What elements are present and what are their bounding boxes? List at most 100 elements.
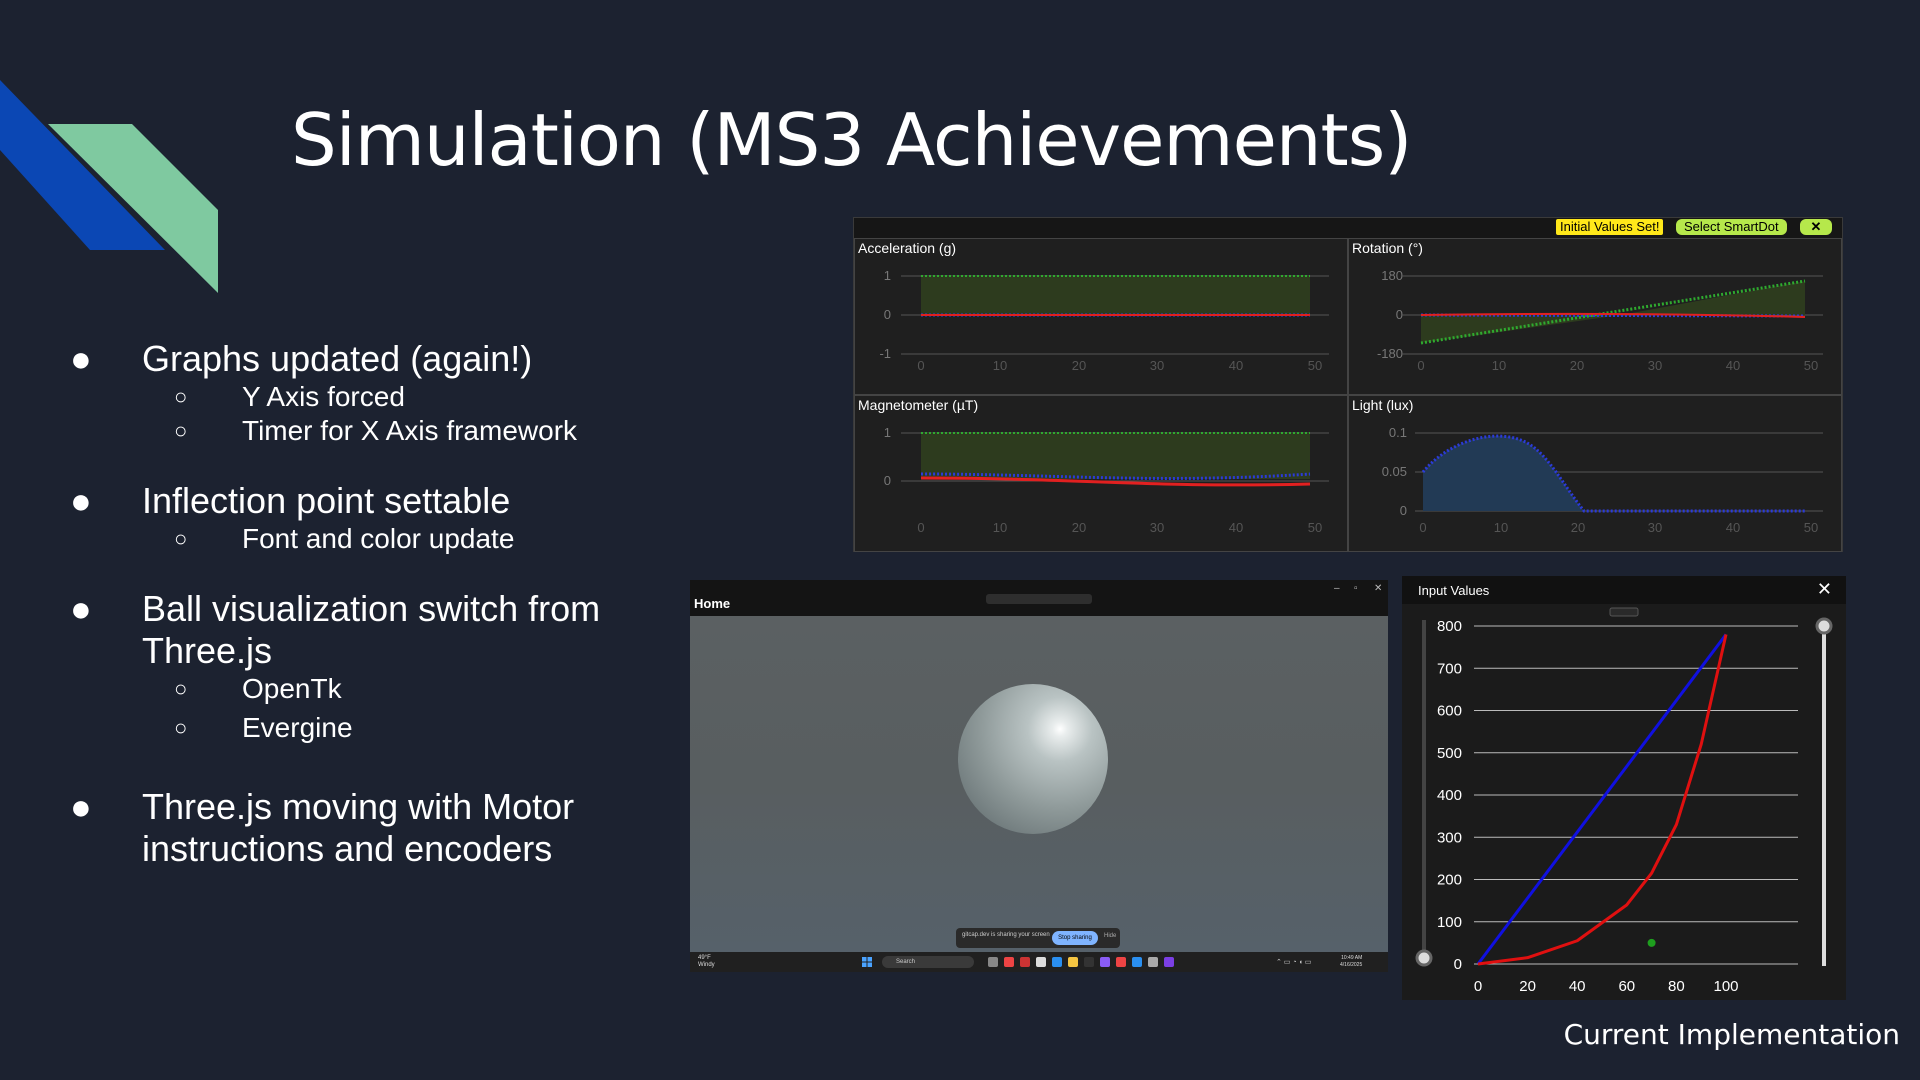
series-line-1 (1476, 633, 1728, 965)
input-values-window: Input Values ✕ 0 100 200 300 400 500 600 700 800… (1402, 576, 1846, 1000)
x-tick-label: 0 (917, 520, 924, 535)
app-icon[interactable] (1036, 957, 1046, 967)
y-tick-label: -1 (879, 346, 891, 361)
x-tick-label: 40 (1569, 978, 1586, 995)
sub-bullet-text: OpenTk (242, 673, 342, 704)
screen-share-banner: gitcap.dev is sharing your screen Stop s… (956, 928, 1120, 948)
x-tick-label: 20 (1571, 520, 1585, 535)
green-area (1421, 315, 1621, 343)
panel-title: Rotation (°) (1352, 240, 1423, 256)
sensor-dashboard: Initial Values Set! Select SmartDot ✕ 1 … (853, 217, 1843, 552)
search-box[interactable]: Search (882, 956, 974, 968)
x-tick-label: 20 (1072, 520, 1086, 535)
rotation-chart: 180 0 -180 0 10 20 30 40 50 Rotation (°) (1348, 238, 1842, 395)
sub-bullet-text: Font and color update (242, 523, 515, 554)
system-tray-icon[interactable]: ⌃ ▭ ◔ ◖ ▭ (1276, 958, 1311, 966)
bullet-text: Three.js moving with Motor instructions … (142, 786, 575, 869)
acceleration-chart: 1 0 -1 0 10 20 30 40 50 Acceleration (g) (854, 238, 1348, 395)
magnetometer-plot: 1 0 0 10 20 30 40 50 (884, 425, 1329, 535)
app-icon[interactable] (988, 957, 998, 967)
x-tick-label: 40 (1726, 358, 1740, 373)
x-tick-label: 30 (1150, 358, 1164, 373)
vscode-icon[interactable] (1132, 957, 1142, 967)
bullet-text: Inflection point settable (142, 480, 511, 521)
hide-button[interactable]: Hide (1104, 933, 1116, 939)
green-area (921, 433, 1310, 479)
windows-start-icon[interactable] (862, 957, 872, 967)
magnetometer-chart: 1 0 0 10 20 30 40 50 Magnetometer (µT) (854, 395, 1348, 552)
slide-title: Simulation (MS3 Achievements) (291, 98, 1412, 182)
chrome-icon[interactable] (1004, 957, 1014, 967)
y-tick-label: 300 (1437, 829, 1462, 846)
terminal-icon[interactable] (1084, 957, 1094, 967)
x-tick-label: 0 (1417, 358, 1424, 373)
3d-viewport[interactable]: gitcap.dev is sharing your screen Stop s… (690, 616, 1388, 952)
light-plot: 0.1 0.05 0 0 10 20 30 40 50 (1382, 425, 1823, 535)
chrome-icon[interactable] (1116, 957, 1126, 967)
x-tick-label: 0 (917, 358, 924, 373)
share-text: gitcap.dev is sharing your screen (962, 932, 1050, 938)
y-tick-label: 100 (1437, 914, 1462, 931)
app-icon[interactable] (1148, 957, 1158, 967)
panel-title: Magnetometer (µT) (858, 397, 979, 413)
select-smartdot-button[interactable]: Select SmartDot (1676, 219, 1787, 235)
caption: Current Implementation (1563, 1018, 1900, 1051)
ball-sphere (958, 684, 1108, 834)
weather-widget[interactable]: 49°F Windy (698, 955, 715, 969)
close-icon[interactable]: ✕ (1374, 583, 1382, 594)
right-slider-thumb[interactable] (1815, 617, 1833, 635)
y-tick-label: 500 (1437, 745, 1462, 762)
light-chart: 0.1 0.05 0 0 10 20 30 40 50 Light (lux) (1348, 395, 1842, 552)
x-tick-label: 20 (1570, 358, 1584, 373)
app-icon[interactable] (1020, 957, 1030, 967)
left-slider-thumb[interactable] (1415, 949, 1433, 967)
minimize-icon[interactable]: – (1334, 583, 1340, 594)
dashboard-toolbar: Initial Values Set! Select SmartDot ✕ (854, 218, 1842, 236)
green-area (921, 276, 1310, 315)
maximize-icon[interactable]: ▫ (1354, 583, 1358, 594)
y-tick-label: 0 (884, 307, 891, 322)
bullet-dot: ● (70, 338, 92, 379)
x-tick-label: 30 (1648, 358, 1662, 373)
y-tick-label: 700 (1437, 660, 1462, 677)
y-tick-label: 600 (1437, 703, 1462, 720)
close-icon[interactable]: ✕ (1800, 219, 1832, 235)
input-values-chart[interactable]: 0 100 200 300 400 500 600 700 800 0 20 40 60 80 100 (1402, 576, 1846, 1000)
bullet-dot: ● (70, 480, 92, 521)
home-titlebar: Home – ▫ ✕ (690, 580, 1388, 616)
app-icon[interactable] (1164, 957, 1174, 967)
share-toolbar[interactable] (986, 594, 1092, 604)
data-point (1647, 938, 1656, 947)
x-tick-label: 50 (1308, 358, 1322, 373)
handle-bar[interactable] (1609, 607, 1639, 617)
y-tick-label: 180 (1381, 268, 1403, 283)
x-tick-label: 30 (1648, 520, 1662, 535)
x-tick-label: 50 (1804, 358, 1818, 373)
bullet-dot: ● (70, 786, 92, 827)
sub-bullet-text: Evergine (242, 712, 353, 743)
y-tick-label: 200 (1437, 872, 1462, 889)
edge-icon[interactable] (1052, 957, 1062, 967)
x-tick-label: 0 (1419, 520, 1426, 535)
home-title: Home (694, 596, 731, 611)
x-tick-label: 50 (1804, 520, 1818, 535)
sub-bullet-dot: ○ (174, 676, 188, 701)
y-tick-label: 0 (1454, 956, 1462, 973)
x-tick-label: 100 (1713, 978, 1738, 995)
visual-studio-icon[interactable] (1100, 957, 1110, 967)
x-tick-label: 40 (1229, 358, 1243, 373)
stop-sharing-button[interactable]: Stop sharing (1052, 931, 1098, 945)
sub-bullet-text: Y Axis forced (242, 381, 405, 412)
x-tick-label: 10 (1492, 358, 1506, 373)
sub-bullet-dot: ○ (174, 715, 188, 740)
taskbar: 49°F Windy Search ⌃ ▭ ◔ ◖ ▭ 10:49 AM 4/1… (690, 952, 1388, 972)
taskbar-clock[interactable]: 10:49 AM 4/16/2025 (1340, 955, 1362, 969)
rotation-plot: 180 0 -180 0 10 20 30 40 50 (1377, 268, 1823, 373)
sub-bullet-dot: ○ (174, 526, 188, 551)
y-tick-label: 0.05 (1382, 464, 1407, 479)
y-tick-label: 400 (1437, 787, 1462, 804)
x-tick-label: 60 (1618, 978, 1635, 995)
bullet-dot: ● (70, 588, 92, 629)
x-tick-label: 80 (1668, 978, 1685, 995)
folder-icon[interactable] (1068, 957, 1078, 967)
